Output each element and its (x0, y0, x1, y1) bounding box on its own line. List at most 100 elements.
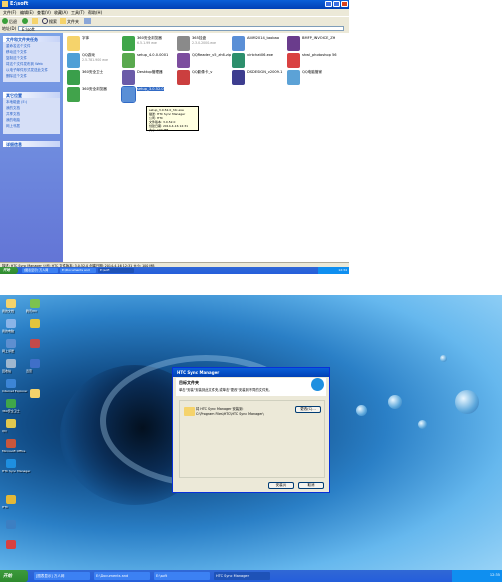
task-email[interactable]: 以电子邮件形式发送此文件 (6, 68, 48, 73)
task-delete[interactable]: 删除这个文件 (6, 74, 27, 79)
task-rename[interactable]: 重命名这个文件 (6, 44, 31, 49)
app-icon (287, 70, 300, 85)
wallpaper-droplet (388, 395, 402, 409)
install-button[interactable]: 安装(I) (268, 482, 294, 489)
file-tooltip: setup_3.0.52.0_htc.exe 描述: HTC Sync Mana… (146, 106, 199, 132)
desktop-icon-label: 我的电脑 (2, 329, 15, 333)
close-button[interactable] (341, 1, 348, 7)
file-item[interactable]: DSDESIGN_v2009.1 (232, 70, 288, 92)
folder-icon (184, 407, 195, 416)
address-input[interactable]: E:\soft (18, 26, 344, 32)
maximize-button[interactable] (333, 1, 340, 7)
office-icon[interactable] (6, 439, 16, 448)
file-tasks-panel: 重命名这个文件 移动这个文件 复制这个文件 将这个文件发布到 Web 以电子邮件… (3, 42, 60, 82)
place-local-disk[interactable]: 本地磁盘 (E:) (6, 100, 27, 105)
install-path-text: C:\Program Files\HTC\HTC Sync Manager\ (196, 412, 264, 416)
desktop-icon-label: 我的文档 (2, 309, 15, 313)
qq-icon[interactable] (6, 419, 16, 428)
desktop-icon-label: HTC (2, 505, 9, 509)
task-move[interactable]: 移动这个文件 (6, 50, 27, 55)
my-documents-icon[interactable] (6, 299, 16, 308)
other-places-panel: 本地磁盘 (E:) 我的文档 共享文档 我的电脑 网上邻居 (3, 98, 60, 134)
file-item[interactable]: QQ电脑管家 (287, 70, 343, 92)
dialog-description: 单击"安装"安装到此文件夹,或单击"更改"安装到不同的文件夹。 (179, 388, 272, 392)
installer-dialog: HTC Sync Manager 目标文件夹 单击"安装"安装到此文件夹,或单击… (172, 367, 330, 493)
htc-installer-icon (121, 86, 136, 103)
file-item[interactable]: 360安全浏览器 (67, 87, 123, 109)
network-icon[interactable] (6, 339, 16, 348)
task-copy[interactable]: 复制这个文件 (6, 56, 27, 61)
start-button[interactable]: 开始 (0, 570, 28, 582)
folder-icon[interactable] (30, 389, 40, 398)
explorer-screenshot: E:\soft 文件(F) 编辑(E) 查看(V) 收藏(A) 工具(T) 帮助… (0, 0, 349, 274)
taskbar-task[interactable]: [图表显示] 万人网 (22, 268, 58, 273)
app-icon[interactable] (30, 339, 40, 348)
thunder-icon[interactable] (30, 359, 40, 368)
app-icon[interactable] (6, 520, 16, 529)
app-icon[interactable] (30, 319, 40, 328)
installer-icon (232, 36, 245, 51)
install-path: C:\Program Files\HTC\HTC Sync Manager\ (196, 412, 291, 418)
folder-icon (67, 36, 80, 51)
internet-explorer-icon[interactable] (6, 379, 16, 388)
wallpaper-droplet (356, 405, 367, 416)
install-to-label: 将 HTC Sync Manager 安装到: (196, 407, 244, 411)
archive-icon (287, 53, 300, 68)
taskbar-task-active[interactable]: HTC Sync Manager (214, 572, 270, 580)
details-header[interactable]: 详细信息 (3, 141, 60, 147)
views-icon[interactable] (84, 18, 91, 24)
task-pane: 文件和文件夹任务 重命名这个文件 移动这个文件 复制这个文件 将这个文件发布到 … (0, 33, 63, 262)
360-icon[interactable] (6, 399, 16, 408)
taskbar-task-active[interactable]: E:\soft (98, 268, 134, 273)
app-icon[interactable] (6, 495, 16, 504)
folders-icon[interactable] (60, 18, 66, 24)
file-item[interactable]: QQ影像卡_v (177, 70, 233, 92)
task-publish[interactable]: 将这个文件发布到 Web (6, 62, 43, 67)
taskbar-task[interactable]: [图表显示] 万人网 (34, 572, 90, 580)
place-shared-documents[interactable]: 共享文档 (6, 112, 20, 117)
tooltip-line: 大小: 100 MB (149, 128, 169, 132)
desktop-icon-label: Microsoft Office (2, 449, 26, 453)
window-title: E:\soft (10, 1, 29, 7)
taskbar: 开始 [图表显示] 万人网 E:\Documents and E:\soft H… (0, 570, 502, 582)
app-icon[interactable] (6, 540, 16, 549)
desktop-icon-label: 网上邻居 (2, 349, 15, 353)
cancel-button[interactable]: 取消 (298, 482, 324, 489)
recycle-bin-icon[interactable] (6, 359, 16, 368)
archive-icon (287, 36, 300, 51)
dialog-header: 目标文件夹 单击"安装"安装到此文件夹,或单击"更改"安装到不同的文件夹。 (176, 378, 326, 396)
taskbar-task[interactable]: E:\Documents and (60, 268, 96, 273)
start-button[interactable]: 开始 (0, 267, 18, 274)
search-icon[interactable] (42, 18, 48, 24)
folder-icon (2, 1, 8, 7)
desktop-icon-label: QQ (2, 429, 7, 433)
address-label: 地址(D) (2, 26, 17, 31)
desktop-icon-label: Internet Explorer (2, 389, 28, 393)
desktop-icon-label: 腾讯QQ (26, 309, 37, 313)
archive-icon (122, 70, 135, 85)
taskbar-task[interactable]: E:\Documents and (94, 572, 150, 580)
archive-icon (177, 70, 190, 85)
system-tray: 12:34 (318, 267, 349, 274)
app-icon (67, 70, 80, 85)
change-button[interactable]: 更改(C)... (295, 406, 321, 413)
minimize-button[interactable] (325, 1, 332, 7)
app-icon (232, 70, 245, 85)
app-icon (67, 53, 80, 68)
back-arrow-icon[interactable] (2, 18, 8, 24)
my-computer-icon[interactable] (6, 319, 16, 328)
app-icon (232, 53, 245, 68)
up-folder-icon[interactable] (32, 18, 38, 24)
place-my-computer[interactable]: 我的电脑 (6, 118, 20, 123)
desktop-icon-label: HTC Sync Manager (2, 469, 31, 473)
htc-sync-icon[interactable] (6, 459, 16, 468)
app-icon[interactable] (30, 299, 40, 308)
forward-arrow-icon[interactable] (22, 18, 28, 24)
clock: 12:35 (489, 573, 500, 577)
desktop-icon-label: 回收站 (2, 369, 12, 373)
wallpaper-droplet (440, 355, 447, 362)
place-network[interactable]: 网上邻居 (6, 124, 20, 129)
place-my-documents[interactable]: 我的文档 (6, 106, 20, 111)
dialog-title: HTC Sync Manager (177, 370, 220, 375)
taskbar-task[interactable]: E:\soft (154, 572, 210, 580)
